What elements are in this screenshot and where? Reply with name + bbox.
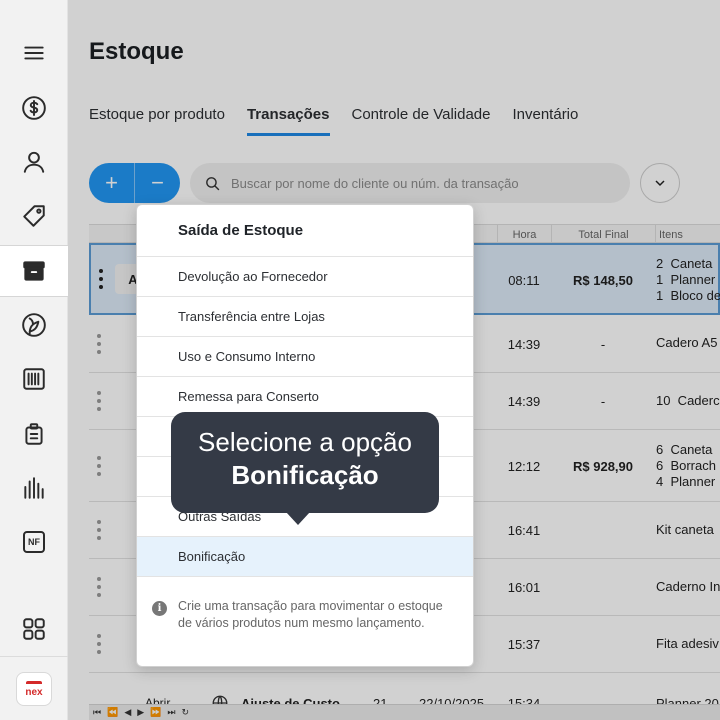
instruction-tooltip: Selecione a opção Bonificação [171, 412, 439, 513]
dollar-icon[interactable] [0, 86, 68, 130]
menu-help-text: Crie uma transação para movimentar o est… [178, 599, 443, 630]
clipboard-icon[interactable] [0, 412, 68, 456]
tooltip-line-1: Selecione a opção [198, 427, 412, 457]
tooltip-line-2: Bonificação [231, 460, 379, 490]
tooltip-arrow [286, 512, 310, 525]
sidebar: NF nex [0, 0, 68, 720]
menu-item-remessa-conserto[interactable]: Remessa para Conserto [137, 376, 473, 416]
menu-divider [137, 576, 473, 577]
apps-icon[interactable] [0, 607, 68, 651]
barcode-icon[interactable] [0, 357, 68, 401]
box-icon[interactable] [0, 245, 68, 297]
menu-item-bonificacao[interactable]: Bonificação [137, 536, 473, 576]
menu-item-transferencia-lojas[interactable]: Transferência entre Lojas [137, 296, 473, 336]
menu-title: Saída de Estoque [178, 222, 304, 239]
brand-logo[interactable]: nex [16, 672, 52, 706]
user-icon[interactable] [0, 140, 68, 184]
menu-item-uso-consumo-interno[interactable]: Uso e Consumo Interno [137, 336, 473, 376]
sidebar-divider [0, 656, 68, 657]
nf-icon[interactable]: NF [0, 520, 68, 564]
menu-item-devolucao-fornecedor[interactable]: Devolução ao Fornecedor [137, 256, 473, 296]
plant-icon[interactable] [0, 303, 68, 347]
logo-text: nex [25, 686, 43, 698]
info-icon: i [152, 601, 167, 616]
menu-icon[interactable] [0, 31, 68, 75]
tag-icon[interactable] [0, 194, 68, 238]
chart-icon[interactable] [0, 466, 68, 510]
